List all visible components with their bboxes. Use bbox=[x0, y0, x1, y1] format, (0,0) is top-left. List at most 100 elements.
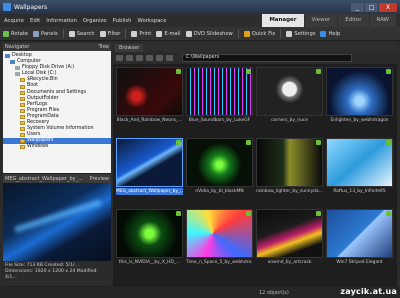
minimize-button[interactable]: _ bbox=[351, 2, 364, 12]
thumbnail-image bbox=[256, 209, 323, 258]
view-mode-icon[interactable] bbox=[146, 55, 153, 61]
tab-viewer[interactable]: Viewer bbox=[304, 14, 338, 27]
toolbar-separator bbox=[237, 29, 239, 38]
toolbar-panels-button[interactable]: Panels bbox=[32, 30, 58, 37]
folder-icon bbox=[20, 114, 25, 119]
folder-icon bbox=[20, 84, 25, 89]
thumbnail-item[interactable]: Blue_Soundbars_by_LukeGF bbox=[186, 67, 253, 125]
menu-organize[interactable]: Organize bbox=[83, 18, 107, 24]
browser-tabs: Browser bbox=[113, 43, 397, 52]
edit-badge-icon bbox=[246, 69, 251, 74]
toolbar-separator bbox=[125, 29, 127, 38]
dvd-icon bbox=[185, 30, 192, 37]
toolbar-label: DVD Slideshow bbox=[193, 30, 233, 37]
thumbnail-item[interactable]: corners_by_nuce bbox=[256, 67, 323, 125]
thumbnail-caption: Enlighten_by_webhdragon bbox=[330, 118, 389, 123]
thumbnail-image bbox=[326, 138, 393, 187]
toolbar-dvd-slideshow-button[interactable]: DVD Slideshow bbox=[185, 30, 233, 37]
thumbnail-item[interactable]: unwind_by_artcrack bbox=[256, 209, 323, 267]
forward-icon[interactable] bbox=[126, 55, 133, 61]
drive-icon bbox=[15, 72, 20, 77]
thumbnail-item[interactable]: MEG_abstract_Wallpaper_by_... bbox=[116, 138, 183, 196]
thumbnail-image bbox=[186, 209, 253, 258]
menu-acquire[interactable]: Acquire bbox=[4, 18, 24, 24]
thumbnail-caption: unwind_by_artcrack bbox=[267, 260, 312, 265]
panels-icon bbox=[32, 30, 39, 37]
close-button[interactable]: X bbox=[379, 2, 397, 12]
toolbar-label: Panels bbox=[40, 30, 58, 37]
edit-badge-icon bbox=[386, 69, 391, 74]
print-icon bbox=[131, 30, 138, 37]
toolbar-label: Help bbox=[328, 30, 341, 37]
tree-dropdown[interactable]: Tree bbox=[99, 44, 109, 50]
edit-badge-icon bbox=[316, 211, 321, 216]
toolbar-filter-button[interactable]: Filter bbox=[99, 30, 121, 37]
email-icon bbox=[156, 30, 163, 37]
thumbnail-image bbox=[256, 67, 323, 116]
thumbnail-caption: Black_And_Rainbow_Neons_... bbox=[116, 118, 183, 123]
toolbar-label: Filter bbox=[107, 30, 121, 37]
toolbar-label: Search bbox=[76, 30, 95, 37]
preview-dropdown[interactable]: Preview bbox=[90, 176, 109, 182]
help-icon bbox=[320, 30, 327, 37]
toolbar-print-button[interactable]: Print bbox=[131, 30, 152, 37]
tree-item[interactable]: Windows bbox=[3, 144, 111, 150]
drive-icon bbox=[15, 66, 20, 71]
toolbar-label: E-mail bbox=[164, 30, 181, 37]
folder-icon bbox=[20, 102, 25, 107]
up-folder-icon[interactable] bbox=[136, 55, 143, 61]
thumbnail-item[interactable]: Raftus_13_by_Infinite95 bbox=[326, 138, 393, 196]
thumbnail-caption: MEG_abstract_Wallpaper_by_... bbox=[116, 188, 183, 195]
toolbar-separator bbox=[62, 29, 64, 38]
navigator-header: Navigator Tree bbox=[3, 43, 111, 51]
thumbnail-image bbox=[326, 209, 393, 258]
thumbnail-image bbox=[116, 209, 183, 258]
browser-toolbar: C:\Wallpapers bbox=[113, 52, 397, 64]
path-field[interactable]: C:\Wallpapers bbox=[182, 54, 352, 62]
object-count: 12 object(s) bbox=[259, 289, 289, 296]
toolbar-settings-button[interactable]: Settings bbox=[286, 30, 315, 37]
star-filter-icon[interactable] bbox=[166, 55, 173, 61]
edit-badge-icon bbox=[316, 69, 321, 74]
rotate-icon bbox=[3, 30, 9, 37]
thumbnail-item[interactable]: Win7 Striped Elegant bbox=[326, 209, 393, 267]
back-icon[interactable] bbox=[116, 55, 123, 61]
folder-icon bbox=[20, 90, 25, 95]
thumbnail-image bbox=[326, 67, 393, 116]
thumbnail-caption: Win7 Striped Elegant bbox=[336, 260, 383, 265]
toolbar-help-button[interactable]: Help bbox=[320, 30, 341, 37]
toolbar-rotate-button[interactable]: Rotate bbox=[3, 30, 28, 37]
toolbar-e-mail-button[interactable]: E-mail bbox=[156, 30, 181, 37]
sort-icon[interactable] bbox=[156, 55, 163, 61]
folder-icon bbox=[20, 108, 25, 113]
menu-edit[interactable]: Edit bbox=[30, 18, 40, 24]
tab-raw[interactable]: RAW bbox=[369, 14, 396, 27]
tab-manager[interactable]: Manager bbox=[262, 14, 304, 27]
navigator-panel: Navigator Tree Desktop Computer Floppy Dis… bbox=[3, 43, 111, 287]
toolbar-label: Print bbox=[139, 30, 152, 37]
thumbnail-item[interactable]: Enlighten_by_webhdragon bbox=[326, 67, 393, 125]
menu-publish[interactable]: Publish bbox=[113, 18, 132, 24]
toolbar-search-button[interactable]: Search bbox=[68, 30, 95, 37]
folder-icon bbox=[20, 133, 25, 138]
thumbnail-item[interactable]: this_is_NVIDIA__by_X_HD_... bbox=[116, 209, 183, 267]
folder-icon bbox=[20, 139, 25, 144]
edit-badge-icon bbox=[386, 211, 391, 216]
preview-header: MEG_abstract_Wallpaper_by_... Preview bbox=[3, 174, 111, 183]
thumbnail-item[interactable]: nVidia_by_bl_blackMN bbox=[186, 138, 253, 196]
thumbnail-item[interactable]: rainbow_lighter_by_sunnyda... bbox=[256, 138, 323, 196]
tab-editor[interactable]: Editor bbox=[338, 14, 369, 27]
folder-icon bbox=[20, 78, 25, 83]
toolbar-quick-fix-button[interactable]: Quick Fix bbox=[243, 30, 275, 37]
thumbnail-item[interactable]: Time_n_Space_5_by_webhdra... bbox=[186, 209, 253, 267]
app-window: Wallpapers _ □ X Acquire Edit Informatio… bbox=[0, 0, 400, 298]
browser-panel: Browser C:\Wallpapers Black_And_Rainbow_… bbox=[113, 43, 397, 287]
thumbnail-item[interactable]: Black_And_Rainbow_Neons_... bbox=[116, 67, 183, 125]
tab-browser[interactable]: Browser bbox=[115, 44, 144, 52]
thumbnail-image bbox=[186, 67, 253, 116]
menu-workspace[interactable]: Workspace bbox=[138, 18, 167, 24]
maximize-button[interactable]: □ bbox=[365, 2, 378, 12]
menu-information[interactable]: Information bbox=[46, 18, 77, 24]
edit-badge-icon bbox=[176, 140, 181, 145]
settings-icon bbox=[286, 30, 293, 37]
